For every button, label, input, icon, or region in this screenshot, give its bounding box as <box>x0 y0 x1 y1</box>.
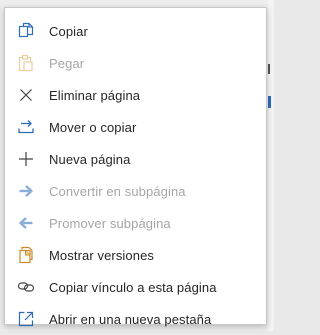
menu-item-label: Copiar <box>49 23 88 39</box>
menu-item-label: Convertir en subpágina <box>49 183 186 199</box>
menu-item-promote-subpage[interactable]: Promover subpágina <box>5 207 266 239</box>
menu-item-new-page[interactable]: Nueva página <box>5 143 266 175</box>
paste-icon <box>17 54 35 72</box>
menu-item-make-subpage[interactable]: Convertir en subpágina <box>5 175 266 207</box>
arrow-left-icon <box>17 214 35 232</box>
background-strip <box>268 0 274 331</box>
close-icon <box>17 86 35 104</box>
copy-icon <box>17 22 35 40</box>
menu-item-copy-link[interactable]: Copiar vínculo a esta página <box>5 271 266 303</box>
arrow-right-icon <box>17 182 35 200</box>
background-fragment <box>268 64 270 74</box>
menu-item-label: Copiar vínculo a esta página <box>49 279 217 295</box>
link-icon <box>17 278 35 296</box>
menu-item-label: Mover o copiar <box>49 119 137 135</box>
menu-item-paste[interactable]: Pegar <box>5 47 266 79</box>
menu-item-label: Promover subpágina <box>49 215 171 231</box>
background-fragment <box>268 96 271 108</box>
menu-item-label: Nueva página <box>49 151 131 167</box>
open-new-tab-icon <box>17 310 35 328</box>
plus-icon <box>17 150 35 168</box>
page-context-menu: Copiar Pegar Eliminar página Mover o cop… <box>4 7 267 327</box>
menu-item-open-new-tab[interactable]: Abrir en una nueva pestaña <box>5 303 266 335</box>
menu-item-label: Abrir en una nueva pestaña <box>49 311 212 327</box>
menu-item-move-copy[interactable]: Mover o copiar <box>5 111 266 143</box>
menu-item-delete-page[interactable]: Eliminar página <box>5 79 266 111</box>
menu-item-copy[interactable]: Copiar <box>5 15 266 47</box>
menu-item-label: Pegar <box>49 55 85 71</box>
menu-item-label: Mostrar versiones <box>49 247 155 263</box>
menu-item-label: Eliminar página <box>49 87 141 103</box>
versions-icon <box>17 246 35 264</box>
menu-item-show-versions[interactable]: Mostrar versiones <box>5 239 266 271</box>
move-icon <box>17 118 35 136</box>
